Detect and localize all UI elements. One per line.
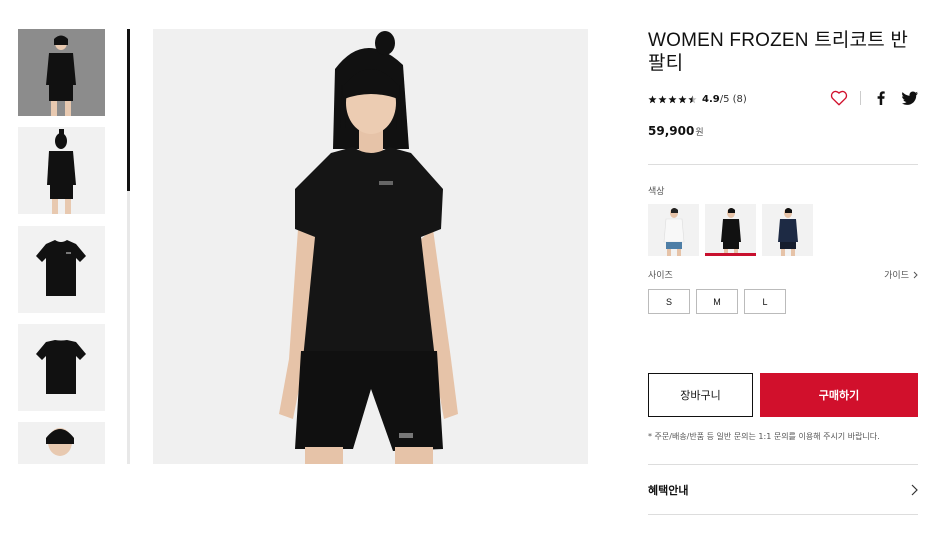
star-icon <box>658 94 667 103</box>
benefit-info-row[interactable]: 혜택안내 <box>648 465 918 514</box>
star-icon <box>678 94 687 103</box>
rating-stars <box>648 94 697 104</box>
price-unit: 원 <box>695 128 704 138</box>
star-icon <box>648 94 657 103</box>
size-guide-link[interactable]: 가이드 <box>884 268 918 281</box>
thumbnail-detail[interactable] <box>18 422 105 464</box>
rating-count: /5 (8) <box>719 93 747 105</box>
color-swatch-white[interactable] <box>648 204 699 256</box>
size-guide-label: 가이드 <box>884 271 909 281</box>
rating-row: 4.9/5 (8) <box>648 89 918 107</box>
thumbnail-scrollbar[interactable] <box>127 29 130 464</box>
thumbnail-flat-back[interactable] <box>18 324 105 411</box>
thumbnail-scrollbar-thumb[interactable] <box>127 29 130 191</box>
heart-icon[interactable] <box>830 89 848 107</box>
size-option-m[interactable]: M <box>696 289 738 314</box>
main-product-image <box>153 29 588 464</box>
product-info-panel: WOMEN FROZEN 트리코트 반팔티 4.9/5 (8) 59,900원 … <box>648 29 918 515</box>
size-option-s[interactable]: S <box>648 289 690 314</box>
divider <box>648 164 918 165</box>
size-options: S M L <box>648 289 786 314</box>
divider <box>860 91 861 105</box>
star-icon <box>668 94 677 103</box>
inquiry-notice: * 주문/배송/반품 등 일반 문의는 1:1 문의를 이용해 주시기 바랍니다… <box>648 432 880 441</box>
color-swatch-black[interactable] <box>705 204 756 256</box>
rating-value: 4.9 <box>702 93 720 105</box>
color-swatches <box>648 204 813 256</box>
product-title: WOMEN FROZEN 트리코트 반팔티 <box>648 30 909 74</box>
thumbnail-back-view[interactable] <box>18 127 105 214</box>
facebook-icon[interactable] <box>875 91 887 105</box>
thumbnail-front-view[interactable] <box>18 29 105 116</box>
size-option-l[interactable]: L <box>744 289 786 314</box>
price-amount: 59,900 <box>648 124 695 138</box>
thumbnail-list <box>18 29 105 464</box>
thumbnail-flat-front[interactable] <box>18 226 105 313</box>
size-label: 사이즈 <box>648 271 673 281</box>
product-price: 59,900원 <box>648 124 704 138</box>
buy-now-button[interactable]: 구매하기 <box>760 373 918 417</box>
benefit-info-label: 혜택안내 <box>648 483 689 497</box>
color-swatch-navy[interactable] <box>762 204 813 256</box>
chevron-right-icon <box>911 484 918 495</box>
rating-text[interactable]: 4.9/5 (8) <box>702 94 747 105</box>
divider <box>648 514 918 515</box>
share-actions <box>830 89 918 107</box>
purchase-actions: 장바구니 구매하기 <box>648 373 918 417</box>
color-label: 색상 <box>648 187 665 197</box>
twitter-icon[interactable] <box>902 91 918 105</box>
add-to-cart-button[interactable]: 장바구니 <box>648 373 753 417</box>
star-half-icon <box>688 94 697 103</box>
chevron-right-icon <box>913 271 918 278</box>
